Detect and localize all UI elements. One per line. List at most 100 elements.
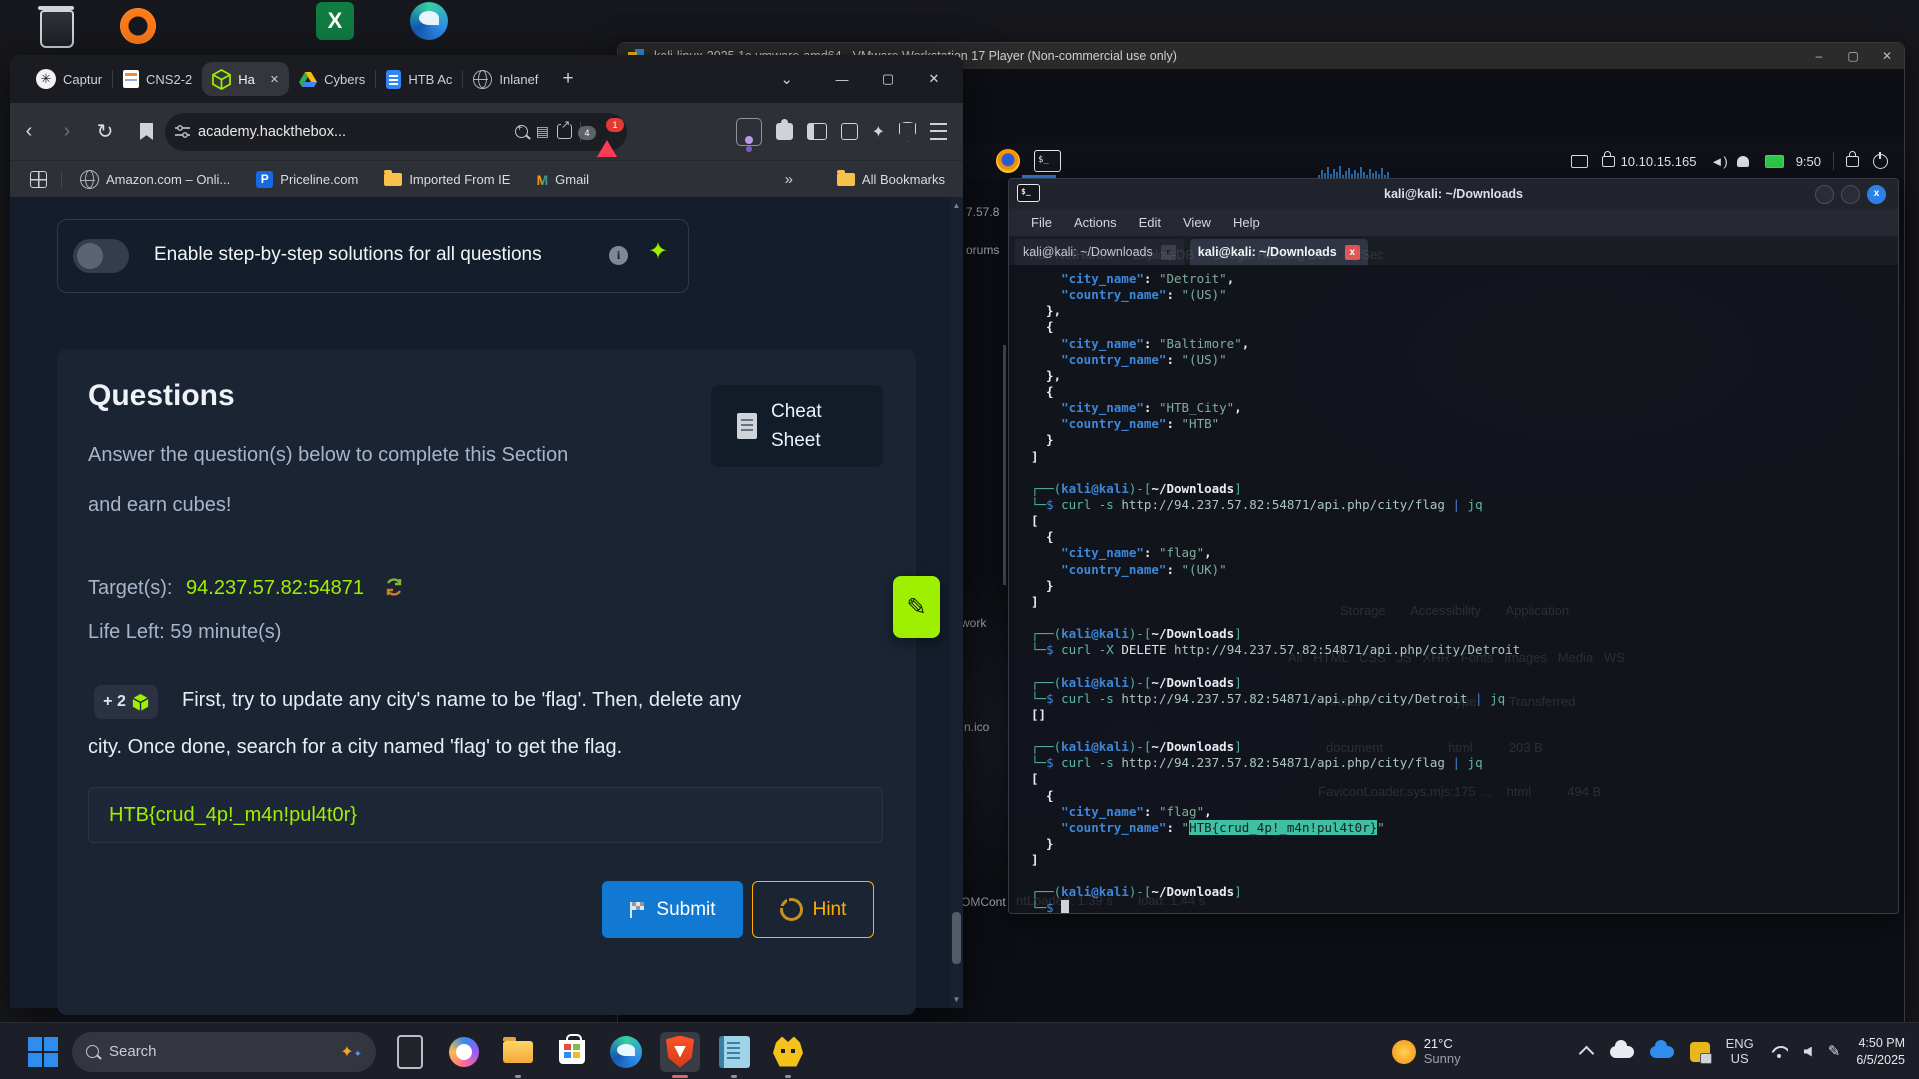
- back-button[interactable]: ‹: [10, 120, 48, 143]
- taskbar-copilot-icon[interactable]: [444, 1032, 484, 1072]
- taskbar-search[interactable]: Search ✦✦: [72, 1032, 376, 1072]
- zoom-icon[interactable]: [515, 125, 528, 138]
- excel-desktop-icon[interactable]: X: [316, 2, 354, 40]
- reload-button[interactable]: ↻: [86, 119, 124, 144]
- terminal-launcher-icon[interactable]: $_: [1034, 150, 1061, 172]
- desktop-app-icon[interactable]: [120, 8, 156, 44]
- taskbar-notepad-icon[interactable]: [714, 1032, 754, 1072]
- edge-desktop-icon[interactable]: [410, 2, 448, 40]
- url-text[interactable]: academy.hackthebox...: [198, 124, 346, 140]
- browser-close-button[interactable]: ✕: [911, 71, 957, 87]
- menu-edit[interactable]: Edit: [1139, 215, 1161, 230]
- info-icon[interactable]: i: [609, 246, 628, 265]
- bookmarks-overflow-chevron[interactable]: »: [785, 171, 793, 188]
- solutions-toggle[interactable]: [73, 239, 129, 273]
- brave-rewards-icon[interactable]: 1: [597, 124, 617, 140]
- all-bookmarks-button[interactable]: All Bookmarks: [837, 172, 945, 187]
- tab-inlanef[interactable]: Inlanef: [463, 62, 548, 96]
- weather-icon[interactable]: [1392, 1040, 1416, 1064]
- screen-lock-icon[interactable]: [1846, 156, 1859, 167]
- ai-sparkle-icon[interactable]: ✦: [648, 237, 668, 266]
- leo-ai-icon[interactable]: ✦: [872, 122, 885, 142]
- terminal-close-button[interactable]: x: [1867, 185, 1886, 204]
- tab-cns2[interactable]: CNS2-2: [113, 62, 202, 96]
- menu-actions[interactable]: Actions: [1074, 215, 1117, 230]
- menu-view[interactable]: View: [1183, 215, 1211, 230]
- vmware-maximize-button[interactable]: ▢: [1836, 49, 1870, 63]
- wallet-icon[interactable]: [841, 123, 858, 140]
- tray-overflow-chevron[interactable]: [1578, 1046, 1594, 1062]
- annotate-pencil-button[interactable]: ✎: [893, 576, 940, 638]
- reset-target-icon[interactable]: [384, 577, 404, 597]
- terminal-maximize-button[interactable]: [1841, 185, 1860, 204]
- taskbar-brave-icon[interactable]: [660, 1032, 700, 1072]
- submit-button[interactable]: Submit: [602, 881, 743, 938]
- browser-minimize-button[interactable]: —: [819, 72, 865, 87]
- menu-help[interactable]: Help: [1233, 215, 1260, 230]
- tab-close-icon[interactable]: ✕: [270, 73, 279, 86]
- taskbar-edge-icon[interactable]: [606, 1032, 646, 1072]
- taskbar-store-icon[interactable]: [552, 1032, 592, 1072]
- tab-search-chevron[interactable]: ⌄: [780, 70, 793, 88]
- bookmark-amazon[interactable]: Amazon.com – Onli...: [80, 170, 230, 189]
- taskbar-clock[interactable]: 4:50 PM 6/5/2025: [1856, 1035, 1905, 1069]
- sidebar-toggle-icon[interactable]: [807, 123, 827, 140]
- terminal-line: "country_name": "(US)": [1031, 287, 1898, 303]
- tab-htb-academy[interactable]: HTB Ac: [376, 62, 462, 96]
- hint-button[interactable]: Hint: [752, 881, 874, 938]
- tab-cybers[interactable]: Cybers: [289, 62, 375, 96]
- menu-file[interactable]: File: [1031, 215, 1052, 230]
- bookmark-priceline[interactable]: PPriceline.com: [256, 171, 358, 188]
- vpn-shield-icon[interactable]: [899, 122, 916, 142]
- display-icon[interactable]: [1571, 155, 1588, 168]
- pen-icon[interactable]: ✎: [1828, 1043, 1841, 1060]
- language-indicator[interactable]: ENG US: [1726, 1037, 1754, 1067]
- notifications-bell-icon[interactable]: [1737, 156, 1749, 167]
- answer-input[interactable]: HTB{crud_4p!_m4n!pul4t0r}: [88, 787, 883, 843]
- scroll-up-arrow[interactable]: ▲: [952, 201, 961, 210]
- profile-avatar[interactable]: [736, 118, 762, 146]
- browser-scrollbar[interactable]: ▲ ▼: [950, 197, 963, 1008]
- panel-clock[interactable]: 9:50: [1796, 154, 1821, 169]
- terminal-minimize-button[interactable]: [1815, 185, 1834, 204]
- site-settings-icon[interactable]: [175, 125, 190, 138]
- vpn-lock-icon[interactable]: [1602, 156, 1615, 167]
- apps-grid-icon[interactable]: [30, 171, 47, 188]
- target-value[interactable]: 94.237.57.82:54871: [186, 577, 364, 599]
- battery-icon[interactable]: [1765, 155, 1784, 168]
- vmware-close-button[interactable]: ✕: [1870, 49, 1904, 63]
- logout-icon[interactable]: [1873, 154, 1888, 169]
- bookmark-gmail[interactable]: MGmail: [536, 172, 589, 188]
- tab-capture[interactable]: ✳ Captur: [26, 62, 112, 96]
- menu-hamburger-icon[interactable]: [930, 123, 947, 140]
- cheat-sheet-button[interactable]: Cheat Sheet: [711, 385, 883, 467]
- new-tab-button[interactable]: +: [562, 68, 573, 90]
- wifi-icon[interactable]: [1770, 1046, 1788, 1058]
- start-button[interactable]: [28, 1037, 58, 1067]
- scrollbar-thumb[interactable]: [952, 912, 961, 964]
- weather-widget[interactable]: 21°C Sunny: [1424, 1037, 1461, 1067]
- onedrive-icon[interactable]: [1610, 1046, 1634, 1058]
- reading-list-icon[interactable]: ▤: [536, 123, 549, 140]
- browser-maximize-button[interactable]: ▢: [865, 71, 911, 87]
- extensions-puzzle-icon[interactable]: [776, 123, 793, 140]
- volume-tray-icon[interactable]: [1804, 1047, 1812, 1057]
- taskbar-explorer-icon[interactable]: [498, 1032, 538, 1072]
- forward-button[interactable]: ›: [48, 120, 86, 143]
- bookmark-icon[interactable]: [140, 123, 153, 140]
- taskbar-dragon-app-icon[interactable]: [768, 1032, 808, 1072]
- vmware-minimize-button[interactable]: –: [1802, 49, 1836, 63]
- terminal-output[interactable]: "city_name": "Detroit", "country_name": …: [1009, 265, 1898, 913]
- volume-icon[interactable]: ◄): [1710, 154, 1727, 169]
- security-key-icon[interactable]: [1690, 1042, 1710, 1062]
- vpn-ip[interactable]: 10.10.15.165: [1621, 154, 1697, 169]
- address-bar[interactable]: academy.hackthebox... ▤ 4 1: [165, 113, 627, 151]
- bookmark-imported-folder[interactable]: Imported From IE: [384, 172, 510, 187]
- tab-hackthebox-active[interactable]: Ha ✕: [202, 62, 289, 96]
- taskbar-phonelink-icon[interactable]: [390, 1032, 430, 1072]
- share-icon[interactable]: [557, 124, 572, 139]
- terminal-titlebar[interactable]: $_ kali@kali: ~/Downloads x: [1009, 179, 1898, 209]
- firefox-icon[interactable]: [996, 149, 1020, 173]
- scroll-down-arrow[interactable]: ▼: [952, 995, 961, 1004]
- cloud-sync-icon[interactable]: [1650, 1046, 1674, 1058]
